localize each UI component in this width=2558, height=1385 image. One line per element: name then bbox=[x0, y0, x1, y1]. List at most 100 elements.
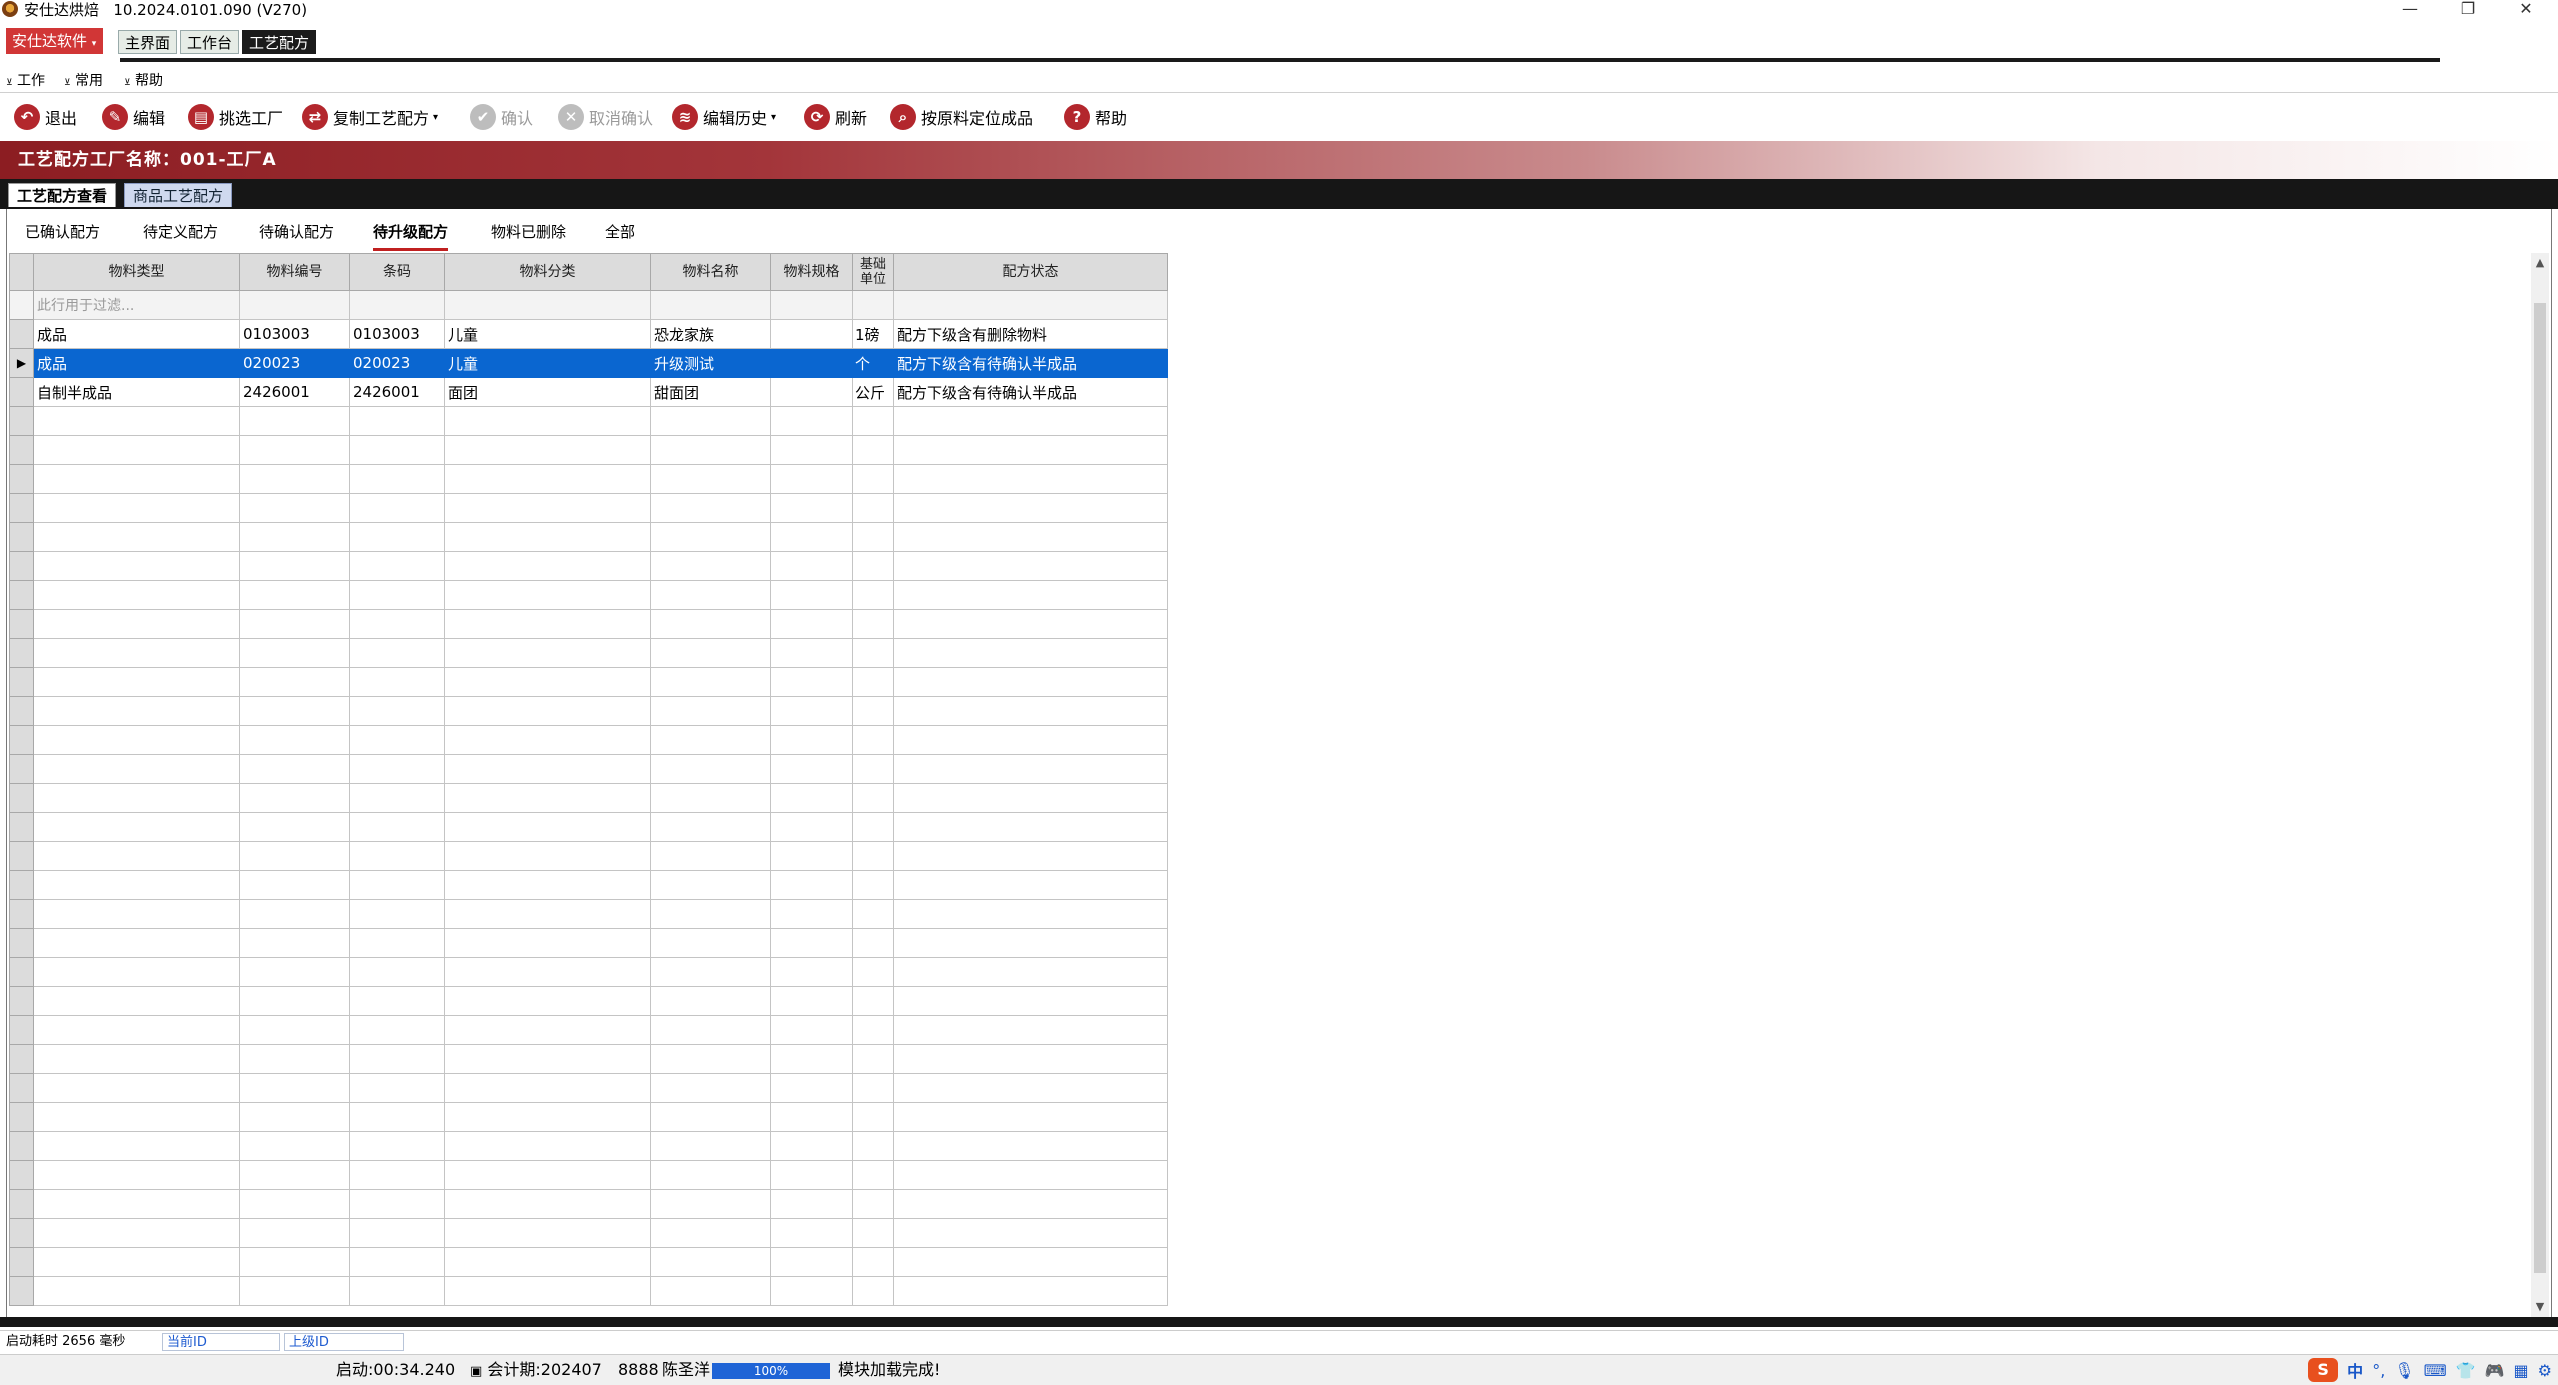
brand-menu-button[interactable]: 安仕达软件 ▾ bbox=[6, 28, 103, 54]
cell-material-name: 升级测试 bbox=[650, 348, 771, 378]
col-header-base-unit[interactable]: 基础 单位 bbox=[852, 253, 894, 291]
ribbon-group-help[interactable]: ⊻ 帮助 bbox=[124, 72, 163, 92]
cancel-confirm-button[interactable]: ✕ 取消确认 bbox=[558, 102, 653, 132]
edit-button[interactable]: ✎ 编辑 bbox=[102, 102, 165, 132]
cell-spec bbox=[770, 319, 853, 349]
subtab-confirmed[interactable]: 已确认配方 bbox=[25, 221, 100, 248]
pick-factory-button[interactable]: ▤ 挑选工厂 bbox=[188, 102, 283, 132]
cell-material-code: 2426001 bbox=[239, 377, 350, 407]
col-header-material-code[interactable]: 物料编号 bbox=[239, 253, 350, 291]
empty-row bbox=[9, 551, 1168, 581]
scroll-thumb[interactable] bbox=[2534, 303, 2546, 1273]
help-button[interactable]: ? 帮助 bbox=[1064, 102, 1127, 132]
col-header-barcode[interactable]: 条码 bbox=[349, 253, 445, 291]
sogou-ime-icon[interactable]: S bbox=[2308, 1358, 2339, 1382]
tab-recipe[interactable]: 工艺配方 bbox=[242, 30, 317, 54]
subtab-to-define[interactable]: 待定义配方 bbox=[143, 221, 218, 248]
table-row-selected[interactable]: ▶ 成品 020023 020023 儿童 升级测试 个 配方下级含有待确认半成… bbox=[9, 348, 1168, 378]
menu-underline bbox=[120, 58, 2440, 62]
gamepad-icon[interactable]: 🎮 bbox=[2485, 1361, 2505, 1380]
refresh-button[interactable]: ⟳ 刷新 bbox=[804, 102, 867, 132]
skin-icon[interactable]: 👕 bbox=[2456, 1361, 2476, 1380]
collapse-icon: ⊻ bbox=[6, 78, 13, 88]
minimize-button[interactable]: — bbox=[2390, 0, 2430, 20]
scroll-down-icon[interactable]: ▼ bbox=[2531, 1297, 2549, 1317]
tab-recipe-view[interactable]: 工艺配方查看 bbox=[8, 183, 117, 207]
cell-barcode: 0103003 bbox=[349, 319, 445, 349]
scroll-up-icon[interactable]: ▲ bbox=[2531, 253, 2549, 273]
cell-base-unit: 公斤 bbox=[852, 377, 894, 407]
empty-row bbox=[9, 1247, 1168, 1277]
keyboard-icon[interactable]: ⌨ bbox=[2424, 1361, 2447, 1380]
table-row[interactable]: 成品 0103003 0103003 儿童 恐龙家族 1磅 配方下级含有删除物料 bbox=[9, 319, 1168, 349]
ime-mode[interactable]: 中 bbox=[2347, 1358, 2363, 1382]
calendar-icon: ▣ bbox=[470, 1364, 483, 1379]
subtab-deleted[interactable]: 物料已删除 bbox=[491, 221, 566, 248]
empty-row bbox=[9, 957, 1168, 987]
copy-recipe-button[interactable]: ⇄ 复制工艺配方 ▾ bbox=[302, 102, 438, 132]
filter-input[interactable]: 此行用于过滤... bbox=[33, 290, 240, 320]
tab-main[interactable]: 主界面 bbox=[118, 30, 178, 54]
col-header-spec[interactable]: 物料规格 bbox=[770, 253, 853, 291]
col-header-recipe-status[interactable]: 配方状态 bbox=[893, 253, 1168, 291]
empty-row bbox=[9, 986, 1168, 1016]
subtab-to-upgrade[interactable]: 待升级配方 bbox=[373, 221, 449, 251]
content-panel: 已确认配方 待定义配方 待确认配方 待升级配方 物料已删除 全部 物料类型 物料… bbox=[6, 209, 2552, 1317]
empty-row bbox=[9, 696, 1168, 726]
table-row[interactable]: 自制半成品 2426001 2426001 面团 甜面团 公斤 配方下级含有待确… bbox=[9, 377, 1168, 407]
cell-spec bbox=[770, 348, 853, 378]
empty-row bbox=[9, 783, 1168, 813]
cell-category: 儿童 bbox=[444, 348, 651, 378]
collapse-icon: ⊻ bbox=[124, 78, 131, 88]
tab-workbench[interactable]: 工作台 bbox=[180, 30, 240, 54]
cell-recipe-status: 配方下级含有待确认半成品 bbox=[893, 348, 1168, 378]
tab-product-recipe[interactable]: 商品工艺配方 bbox=[124, 183, 233, 207]
subtab-all[interactable]: 全部 bbox=[605, 221, 635, 248]
cell-material-type: 自制半成品 bbox=[33, 377, 240, 407]
cell-base-unit: 1磅 bbox=[852, 319, 894, 349]
current-id-field[interactable]: 当前ID bbox=[162, 1333, 280, 1351]
cell-material-type: 成品 bbox=[33, 319, 240, 349]
empty-row bbox=[9, 522, 1168, 552]
empty-row bbox=[9, 870, 1168, 900]
empty-row bbox=[9, 841, 1168, 871]
status-bar: 启动:00:34.240 ▣ 会计期:202407 8888 陈圣洋 100% … bbox=[0, 1354, 2558, 1385]
x-icon: ✕ bbox=[558, 104, 584, 130]
filter-row[interactable]: 此行用于过滤... bbox=[9, 290, 1168, 320]
edit-history-button[interactable]: ≋ 编辑历史 ▾ bbox=[672, 102, 776, 132]
locate-by-material-button[interactable]: ⌕ 按原料定位成品 bbox=[890, 102, 1033, 132]
col-header-category[interactable]: 物料分类 bbox=[444, 253, 651, 291]
ribbon-group-common[interactable]: ⊻ 常用 bbox=[64, 72, 103, 92]
layers-icon: ≋ bbox=[672, 104, 698, 130]
col-header-material-type[interactable]: 物料类型 bbox=[33, 253, 240, 291]
subtab-to-confirm[interactable]: 待确认配方 bbox=[259, 221, 334, 248]
exit-icon: ↶ bbox=[14, 104, 40, 130]
microphone-icon[interactable]: 🎙 bbox=[2394, 1361, 2414, 1380]
parent-id-field[interactable]: 上级ID bbox=[284, 1333, 404, 1351]
cell-material-code: 0103003 bbox=[239, 319, 350, 349]
copy-icon: ⇄ bbox=[302, 104, 328, 130]
settings-icon[interactable]: ⚙ bbox=[2538, 1361, 2552, 1380]
row-indicator-header bbox=[9, 253, 34, 291]
startup-time: 启动耗时 2656 毫秒 bbox=[6, 1334, 126, 1349]
chevron-down-icon: ▾ bbox=[433, 111, 439, 123]
user-name: 陈圣洋 bbox=[662, 1360, 710, 1379]
empty-row bbox=[9, 1218, 1168, 1248]
restore-button[interactable]: ❐ bbox=[2448, 0, 2488, 20]
vertical-scrollbar[interactable]: ▲ ▼ bbox=[2531, 253, 2549, 1317]
exit-button[interactable]: ↶ 退出 bbox=[14, 102, 77, 132]
punctuation-icon[interactable]: °, bbox=[2372, 1361, 2385, 1380]
col-header-material-name[interactable]: 物料名称 bbox=[650, 253, 771, 291]
grid-icon[interactable]: ▦ bbox=[2514, 1361, 2529, 1380]
empty-row bbox=[9, 435, 1168, 465]
empty-row bbox=[9, 899, 1168, 929]
confirm-button[interactable]: ✔ 确认 bbox=[470, 102, 533, 132]
ribbon-group-work[interactable]: ⊻ 工作 bbox=[6, 72, 45, 92]
user-code: 8888 bbox=[618, 1360, 659, 1379]
cell-recipe-status: 配方下级含有删除物料 bbox=[893, 319, 1168, 349]
close-button[interactable]: ✕ bbox=[2506, 0, 2546, 20]
cell-material-name: 甜面团 bbox=[650, 377, 771, 407]
pencil-icon: ✎ bbox=[102, 104, 128, 130]
refresh-icon: ⟳ bbox=[804, 104, 830, 130]
empty-row bbox=[9, 464, 1168, 494]
